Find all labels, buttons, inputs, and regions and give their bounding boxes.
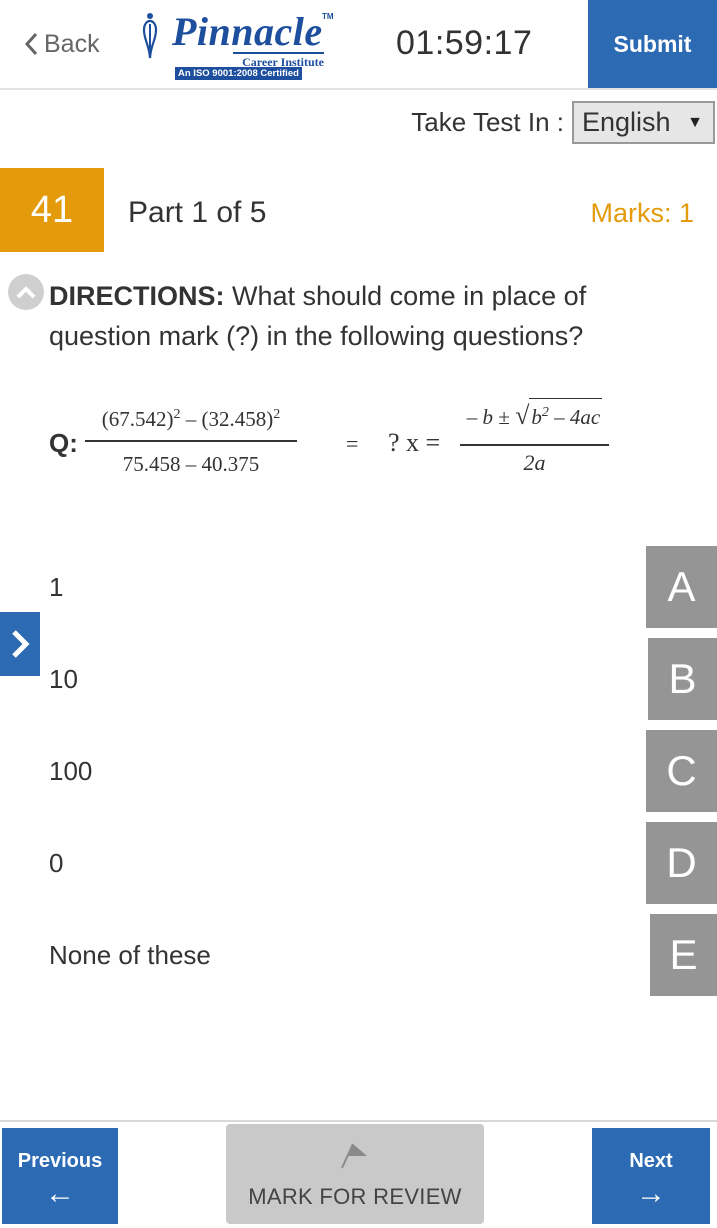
option-text-d[interactable]: 0: [49, 848, 63, 879]
logo-certification: An ISO 9001:2008 Certified: [175, 67, 302, 80]
logo-wordmark: Pinnacle: [172, 9, 323, 54]
header-bar: Back Pinnacle TM Career Institute An ISO…: [0, 0, 717, 90]
next-button[interactable]: Next →: [592, 1128, 710, 1224]
chevron-right-icon: [12, 630, 30, 658]
logo-trademark: TM: [322, 12, 334, 21]
fraction-denominator: 75.458 – 40.375: [122, 452, 260, 476]
option-button-c[interactable]: C: [646, 730, 717, 812]
option-button-a[interactable]: A: [646, 546, 717, 628]
part-indicator: Part 1 of 5: [128, 196, 267, 229]
sqrt-icon: √: [515, 401, 530, 430]
term-a: (67.542): [101, 407, 174, 431]
previous-label: Previous: [17, 1150, 103, 1172]
dropdown-caret-icon: ▼: [687, 113, 703, 131]
sqrt-exponent: 2: [541, 405, 549, 420]
quadratic-numerator: – b ± √b2 – 4ac: [460, 396, 609, 446]
directions-heading: DIRECTIONS:: [49, 281, 225, 311]
question-number-badge: 41: [0, 168, 104, 252]
arrow-right-icon: →: [636, 1177, 666, 1210]
mark-for-review-label: MARK FOR REVIEW: [248, 1184, 462, 1209]
question-label: Q:: [49, 428, 78, 458]
equals-sign: =: [346, 431, 359, 456]
language-select[interactable]: English ▼: [572, 100, 715, 144]
collapse-directions-button[interactable]: [8, 274, 44, 310]
language-row: Take Test In : English ▼: [411, 100, 715, 144]
option-button-e[interactable]: E: [650, 914, 717, 996]
flag-icon: [341, 1143, 367, 1169]
pinnacle-logo: Pinnacle TM Career Institute An ISO 9001…: [136, 8, 336, 80]
quadratic-denominator: 2a: [523, 450, 546, 475]
sqrt-b: b: [531, 405, 542, 429]
minus-sign: –: [180, 407, 202, 431]
sqrt-rest: – 4ac: [548, 405, 601, 429]
option-text-a[interactable]: 1: [49, 572, 63, 603]
sqrt-content: b2 – 4ac: [529, 398, 603, 431]
back-label: Back: [44, 29, 100, 58]
arrow-left-icon: ←: [45, 1177, 75, 1210]
footer-bar: Previous ← MARK FOR REVIEW Next →: [0, 1120, 717, 1228]
option-text-c[interactable]: 100: [49, 756, 92, 787]
question-fraction-left: (67.542)2 – (32.458)2 75.458 – 40.375: [85, 398, 297, 477]
countdown-timer: 01:59:17: [396, 24, 533, 62]
next-label: Next: [629, 1150, 673, 1172]
option-button-d[interactable]: D: [646, 822, 717, 904]
mark-for-review-button[interactable]: MARK FOR REVIEW: [226, 1124, 484, 1224]
question-palette-toggle[interactable]: [0, 612, 40, 676]
submit-button[interactable]: Submit: [588, 0, 717, 88]
language-label: Take Test In :: [411, 106, 564, 137]
marks-label: Marks: 1: [590, 198, 694, 228]
chevron-up-icon: [16, 286, 36, 299]
option-button-b[interactable]: B: [648, 638, 717, 720]
quadratic-prefix: – b ±: [466, 405, 516, 429]
previous-button[interactable]: Previous ←: [2, 1128, 118, 1224]
exponent-b: 2: [273, 407, 281, 422]
directions-text: DIRECTIONS: What should come in place of…: [49, 276, 689, 356]
question-unknown: ? x =: [388, 428, 441, 457]
pinnacle-logo-mark: [142, 13, 158, 59]
chevron-left-icon: [24, 32, 38, 56]
term-b: (32.458): [201, 407, 274, 431]
fraction-numerator: (67.542)2 – (32.458)2: [85, 398, 297, 442]
back-button[interactable]: Back: [24, 26, 100, 62]
exponent-a: 2: [173, 407, 181, 422]
option-text-e[interactable]: None of these: [49, 940, 211, 971]
language-selected-value: English: [582, 106, 671, 137]
option-text-b[interactable]: 10: [49, 664, 78, 695]
question-fraction-right: – b ± √b2 – 4ac 2a: [460, 396, 609, 476]
